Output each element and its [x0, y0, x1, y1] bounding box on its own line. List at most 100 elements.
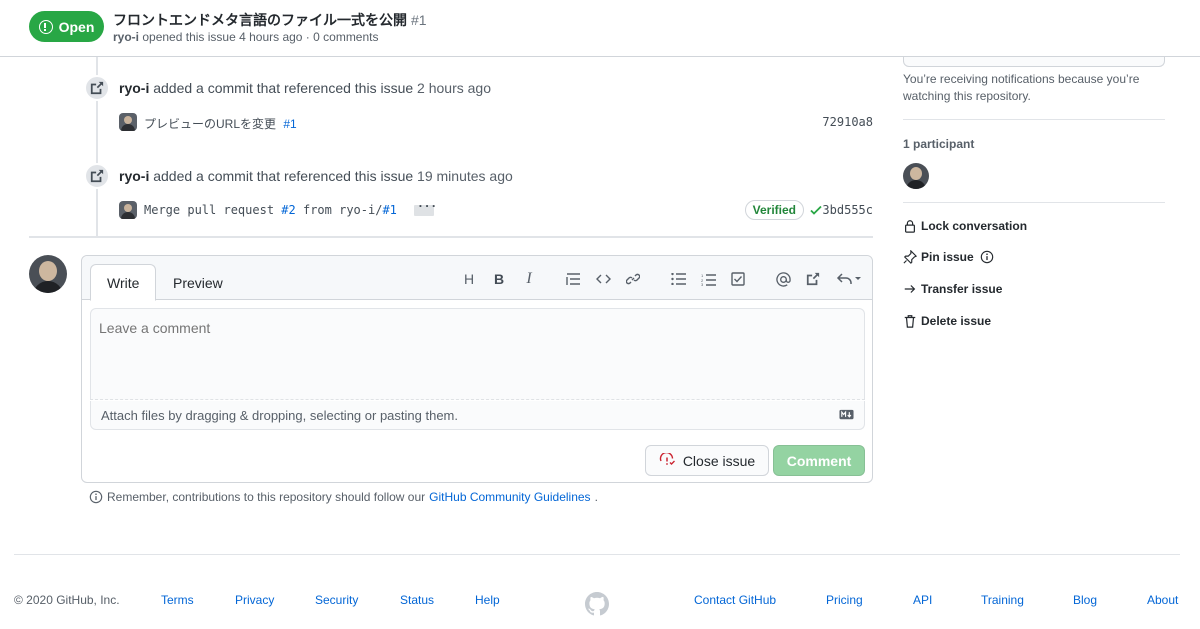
- task-list-icon[interactable]: [727, 268, 749, 290]
- contribution-guidelines-note: Remember, contributions to this reposito…: [89, 490, 598, 504]
- delete-issue-label: Delete issue: [921, 314, 992, 328]
- trash-icon: [904, 315, 916, 328]
- commit-issue-ref[interactable]: #1: [283, 117, 296, 131]
- footer-link-status[interactable]: Status: [400, 593, 434, 607]
- timeline-event-2: ryo-i added a commit that referenced thi…: [119, 168, 513, 184]
- issue-meta-text: opened this issue 4 hours ago · 0 commen…: [142, 30, 379, 44]
- timeline-divider: [29, 236, 873, 238]
- footer-link-training[interactable]: Training: [981, 593, 1024, 607]
- commit-message-prefix[interactable]: Merge pull request: [144, 203, 274, 217]
- footer-link-security[interactable]: Security: [315, 593, 358, 607]
- arrow-right-icon: [904, 285, 916, 293]
- svg-text:3: 3: [701, 282, 704, 286]
- footer-link-about[interactable]: About: [1147, 593, 1178, 607]
- timeline-event-1: ryo-i added a commit that referenced thi…: [119, 80, 491, 96]
- event-author-link[interactable]: ryo-i: [119, 80, 149, 96]
- issue-author-link[interactable]: ryo-i: [113, 30, 139, 44]
- issue-state-badge: Open: [29, 11, 104, 42]
- event-action: added a commit that referenced this issu…: [153, 80, 414, 96]
- cross-reference-icon: [84, 163, 110, 189]
- attach-hint: Attach files by dragging & dropping, sel…: [101, 408, 458, 423]
- tab-preview[interactable]: Preview: [157, 264, 239, 301]
- file-attach-bar[interactable]: Attach files by dragging & dropping, sel…: [90, 401, 865, 430]
- bulleted-list-icon[interactable]: [667, 268, 689, 290]
- issue-title-text: フロントエンドメタ言語のファイル一式を公開: [113, 12, 407, 28]
- comment-form: Write Preview H B I 123 Leave a comment …: [81, 255, 873, 483]
- mention-icon[interactable]: [772, 268, 794, 290]
- footer-link-help[interactable]: Help: [475, 593, 500, 607]
- issue-closed-icon: [659, 452, 675, 465]
- guidelines-suffix: .: [594, 490, 598, 504]
- cross-reference-icon[interactable]: [802, 268, 824, 290]
- issue-number: #1: [411, 12, 427, 28]
- footer-link-pricing[interactable]: Pricing: [826, 593, 863, 607]
- pin-icon: [903, 250, 917, 264]
- pin-issue-label: Pin issue: [921, 250, 974, 264]
- event-time-link[interactable]: 2 hours ago: [417, 80, 491, 96]
- footer-link-contact[interactable]: Contact GitHub: [694, 593, 776, 607]
- info-icon: [89, 490, 103, 504]
- participant-avatar[interactable]: [903, 163, 929, 189]
- notification-notice: You’re receiving notifications because y…: [903, 72, 1140, 103]
- issue-title: フロントエンドメタ言語のファイル一式を公開 #1: [113, 10, 427, 30]
- footer-link-blog[interactable]: Blog: [1073, 593, 1097, 607]
- github-logo-icon[interactable]: [585, 592, 609, 616]
- commit-message: Merge pull request #2 from ryo-i/#1: [144, 200, 437, 217]
- footer-link-terms[interactable]: Terms: [161, 593, 194, 607]
- commit-sha-link[interactable]: 72910a8: [822, 115, 873, 129]
- transfer-issue-button[interactable]: Transfer issue: [903, 280, 1002, 298]
- community-guidelines-link[interactable]: GitHub Community Guidelines: [429, 490, 590, 504]
- close-issue-button[interactable]: Close issue: [645, 445, 769, 476]
- issue-opened-icon: [38, 19, 53, 34]
- lock-icon: [905, 220, 915, 233]
- commit-message-link[interactable]: プレビューのURLを変更: [144, 117, 276, 131]
- italic-icon[interactable]: I: [518, 268, 540, 290]
- comment-submit-button[interactable]: Comment: [773, 445, 865, 476]
- footer-copyright: © 2020 GitHub, Inc.: [14, 593, 120, 607]
- commit-author-avatar[interactable]: [119, 201, 137, 219]
- cross-reference-icon: [84, 75, 110, 101]
- guidelines-prefix: Remember, contributions to this reposito…: [107, 490, 426, 504]
- pin-issue-button[interactable]: Pin issue: [903, 248, 994, 266]
- sticky-issue-header: Open フロントエンドメタ言語のファイル一式を公開 #1 ryo-i opene…: [0, 0, 1200, 57]
- commit-author-avatar[interactable]: [119, 113, 137, 131]
- participants-heading: 1 participant: [903, 137, 975, 151]
- heading-icon[interactable]: H: [458, 268, 480, 290]
- quote-icon[interactable]: [562, 268, 584, 290]
- tab-write[interactable]: Write: [90, 264, 157, 301]
- commit-sha-link[interactable]: 3bd555c: [822, 203, 873, 217]
- commit-pr-ref[interactable]: #2: [281, 203, 295, 217]
- issue-state-label: Open: [58, 18, 95, 35]
- delete-issue-button[interactable]: Delete issue: [903, 312, 991, 330]
- commit-expand-button[interactable]: [414, 200, 437, 216]
- markdown-icon[interactable]: [839, 409, 854, 420]
- code-icon[interactable]: [592, 268, 614, 290]
- sidebar-divider: [903, 202, 1165, 203]
- numbered-list-icon[interactable]: 123: [697, 268, 719, 290]
- comment-textarea[interactable]: [90, 308, 865, 400]
- event-action: added a commit that referenced this issu…: [153, 168, 414, 184]
- event-author-link[interactable]: ryo-i: [119, 168, 149, 184]
- info-icon[interactable]: [980, 250, 994, 264]
- close-issue-label: Close issue: [682, 452, 756, 469]
- issue-meta: ryo-i opened this issue 4 hours ago · 0 …: [113, 30, 379, 44]
- comment-form-header: Write Preview H B I 123: [82, 256, 872, 301]
- lock-conversation-button[interactable]: Lock conversation: [903, 217, 1027, 235]
- link-icon[interactable]: [622, 268, 644, 290]
- commit-issue-ref[interactable]: #1: [382, 203, 396, 217]
- user-avatar[interactable]: [29, 255, 67, 293]
- footer-link-privacy[interactable]: Privacy: [235, 593, 274, 607]
- sidebar-divider: [903, 119, 1165, 120]
- commit-row-2: Merge pull request #2 from ryo-i/#1 Veri…: [119, 200, 873, 222]
- transfer-issue-label: Transfer issue: [921, 282, 1003, 296]
- lock-conversation-label: Lock conversation: [921, 219, 1028, 233]
- event-time-link[interactable]: 19 minutes ago: [417, 168, 513, 184]
- commit-row-1: プレビューのURLを変更 #1 72910a8: [119, 112, 873, 134]
- bold-icon[interactable]: B: [488, 268, 510, 290]
- footer-link-api[interactable]: API: [913, 593, 932, 607]
- footer-divider: [14, 554, 1180, 555]
- commit-message-mid[interactable]: from ryo-i/: [303, 203, 382, 217]
- commit-message: プレビューのURLを変更 #1: [144, 115, 297, 132]
- saved-replies-icon[interactable]: [834, 268, 864, 290]
- verified-badge[interactable]: Verified: [744, 200, 804, 220]
